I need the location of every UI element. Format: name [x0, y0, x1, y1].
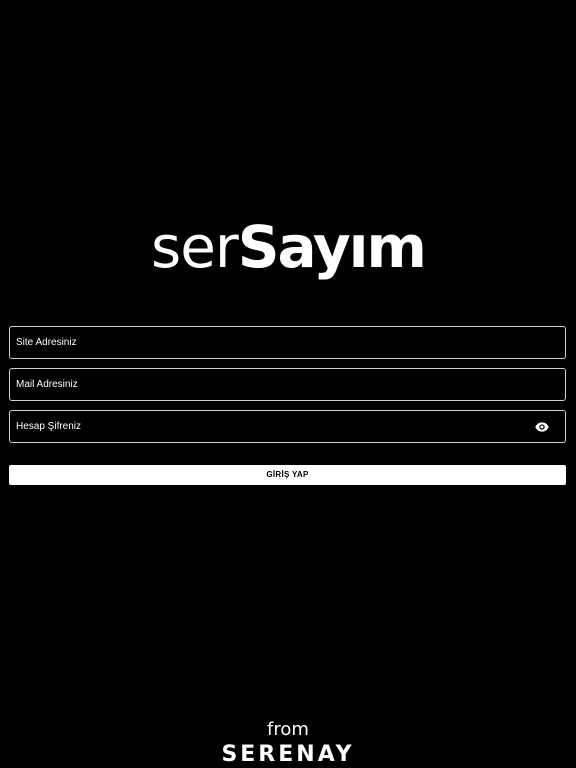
app-logo-bold: Sayım: [237, 213, 427, 281]
login-button[interactable]: GİRİŞ YAP: [9, 465, 566, 485]
footer-brand-logo: SERENAY: [221, 742, 355, 767]
app-logo-light: ser: [150, 213, 239, 281]
mail-address-field: [9, 368, 566, 401]
password-field: [9, 410, 566, 443]
mail-address-input[interactable]: [10, 369, 565, 400]
app-logo: serSayım: [0, 218, 576, 276]
site-address-input[interactable]: [10, 327, 565, 358]
site-address-field: [9, 326, 566, 359]
footer-from-label: from: [267, 719, 309, 740]
eye-icon[interactable]: [535, 421, 549, 433]
password-input[interactable]: [10, 411, 565, 442]
